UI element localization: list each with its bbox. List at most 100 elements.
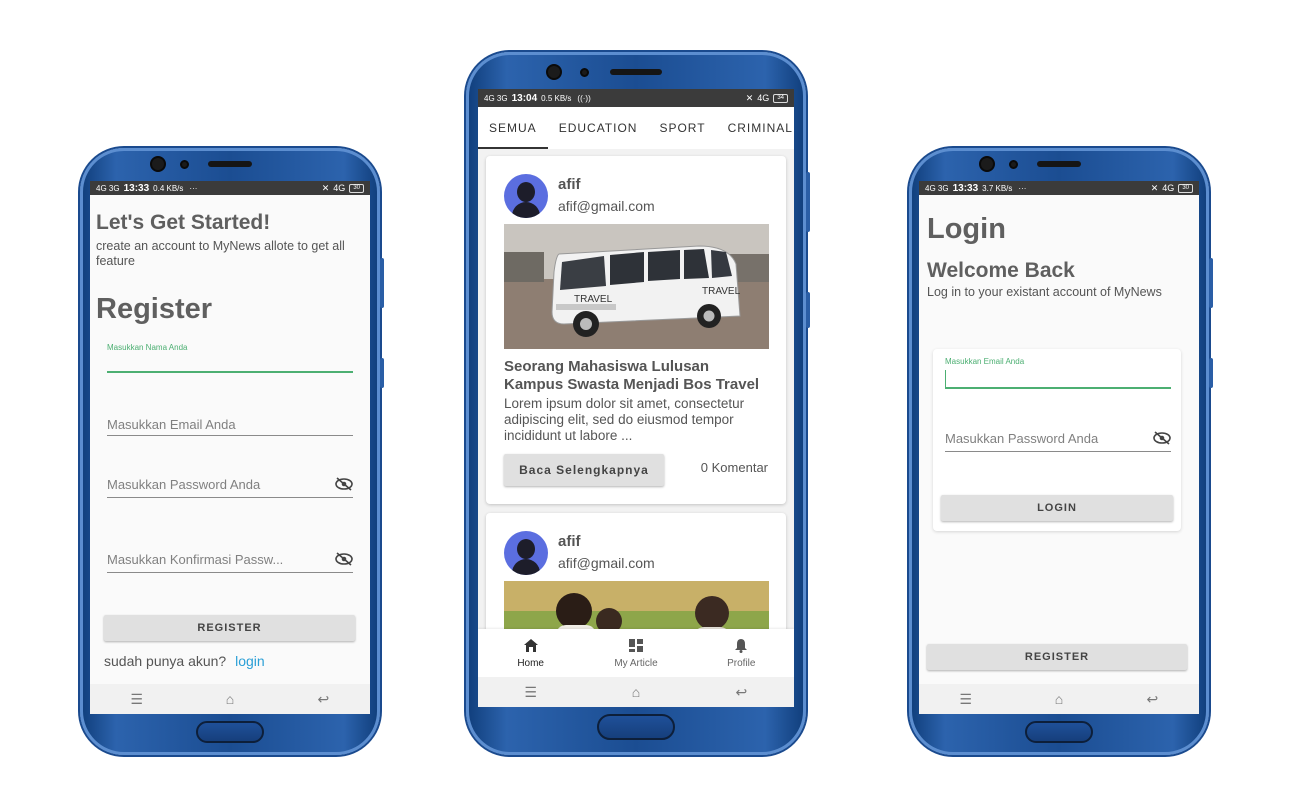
author-name: afif	[558, 533, 581, 550]
network-speed: 0.5 KB/s	[541, 93, 572, 103]
tab-education[interactable]: EDUCATION	[548, 107, 649, 149]
home-icon[interactable]: ⌂	[215, 691, 245, 707]
status-bar: 4G 3G 13:33 0.4 KB/s ··· ✕ 4G 30	[90, 181, 370, 195]
volume-button[interactable]	[1209, 258, 1213, 308]
volume-button[interactable]	[806, 172, 810, 232]
login-link[interactable]: login	[235, 653, 265, 669]
sensor	[1009, 160, 1018, 169]
van-back-label: TRAVEL	[702, 286, 741, 297]
email-field-underline	[107, 435, 353, 436]
register-button[interactable]: REGISTER	[104, 615, 355, 641]
front-camera	[979, 156, 995, 172]
status-bar: 4G 3G 13:04 0.5 KB/s ((·)) ✕ 4G 34	[478, 89, 794, 107]
page-title: Login	[927, 213, 1006, 245]
article-headline[interactable]: Seorang Mahasiswa Lulusan Kampus Swasta …	[504, 358, 769, 394]
network-speed: 3.7 KB/s	[982, 183, 1013, 193]
home-icon	[523, 638, 539, 658]
network-type: 4G	[757, 93, 770, 103]
home-hardware-button[interactable]	[1025, 721, 1093, 743]
sensor	[580, 68, 589, 77]
email-field[interactable]: Masukkan Email Anda	[107, 417, 353, 436]
home-icon[interactable]: ⌂	[621, 684, 651, 700]
news-phone: 4G 3G 13:04 0.5 KB/s ((·)) ✕ 4G 34 SEMUA…	[466, 52, 810, 755]
welcome-heading: Let's Get Started!	[96, 211, 271, 234]
back-icon[interactable]: ↩	[1137, 691, 1167, 708]
more-notifications: ···	[189, 183, 198, 193]
speaker	[610, 69, 662, 75]
login-form-card: Masukkan Email Anda Masukkan Password An…	[933, 349, 1181, 531]
home-hardware-button[interactable]	[196, 721, 264, 743]
bottom-navigation: Home My Article Profile	[478, 629, 794, 677]
welcome-subtitle: create an account to MyNews allote to ge…	[96, 239, 345, 268]
login-phone: 4G 3G 13:33 3.7 KB/s ··· ✕ 4G 30 Login W…	[909, 148, 1213, 755]
comment-count[interactable]: 0 Komentar	[701, 460, 768, 475]
tab-criminal[interactable]: CRIMINAL	[717, 107, 794, 149]
email-field-underline	[945, 387, 1171, 389]
login-prompt: sudah punya akun? login	[104, 653, 265, 669]
avatar	[504, 531, 548, 575]
login-screen: 4G 3G 13:33 3.7 KB/s ··· ✕ 4G 30 Login W…	[919, 181, 1199, 714]
have-account-text: sudah punya akun?	[104, 653, 227, 669]
confirm-password-placeholder: Masukkan Konfirmasi Passw...	[107, 552, 284, 567]
nav-profile[interactable]: Profile	[701, 638, 781, 669]
menu-icon[interactable]: ☰	[951, 691, 981, 708]
network-type: 4G	[1162, 183, 1175, 193]
front-camera	[150, 156, 166, 172]
nav-my-article[interactable]: My Article	[596, 638, 676, 669]
visibility-off-icon[interactable]	[335, 552, 353, 569]
signal-indicator: 4G 3G	[96, 183, 120, 193]
hotspot-icon: ((·))	[577, 93, 591, 103]
register-phone: 4G 3G 13:33 0.4 KB/s ··· ✕ 4G 30 Let's G…	[80, 148, 384, 755]
status-time: 13:04	[511, 92, 538, 104]
name-field-label: Masukkan Nama Anda	[107, 343, 188, 352]
speaker	[208, 161, 252, 167]
confirm-password-field[interactable]: Masukkan Konfirmasi Passw...	[107, 552, 353, 573]
nav-home[interactable]: Home	[491, 638, 571, 669]
visibility-off-icon[interactable]	[335, 477, 353, 494]
email-placeholder: Masukkan Email Anda	[107, 417, 236, 432]
status-right: ✕ 4G 30	[1151, 183, 1193, 194]
sensor	[180, 160, 189, 169]
avatar	[504, 174, 548, 218]
power-button[interactable]	[1209, 358, 1213, 388]
email-field-label: Masukkan Email Anda	[945, 357, 1025, 366]
password-field[interactable]: Masukkan Password Anda	[945, 431, 1171, 452]
login-button[interactable]: LOGIN	[941, 495, 1173, 521]
status-right: ✕ 4G 34	[746, 93, 788, 104]
power-button[interactable]	[380, 358, 384, 388]
back-icon[interactable]: ↩	[726, 684, 756, 701]
home-icon[interactable]: ⌂	[1044, 691, 1074, 707]
read-more-button[interactable]: Baca Selengkapnya	[504, 454, 664, 486]
status-bar: 4G 3G 13:33 3.7 KB/s ··· ✕ 4G 30	[919, 181, 1199, 195]
name-field[interactable]: Masukkan Nama Anda	[107, 343, 353, 373]
register-button[interactable]: REGISTER	[927, 644, 1187, 670]
tab-semua[interactable]: SEMUA	[478, 107, 548, 149]
back-icon[interactable]: ↩	[308, 691, 338, 708]
dashboard-icon	[628, 638, 644, 658]
bell-icon	[733, 638, 749, 658]
network-type: 4G	[333, 183, 346, 193]
page-title: Register	[96, 293, 213, 325]
menu-icon[interactable]: ☰	[122, 691, 152, 708]
home-hardware-button[interactable]	[597, 714, 675, 740]
text-cursor	[945, 370, 946, 387]
speaker	[1037, 161, 1081, 167]
van-side-label: TRAVEL	[574, 294, 613, 305]
category-tabs: SEMUA EDUCATION SPORT CRIMINAL	[478, 107, 794, 149]
front-camera	[546, 64, 562, 80]
email-field[interactable]: Masukkan Email Anda	[945, 357, 1171, 389]
menu-icon[interactable]: ☰	[516, 684, 546, 701]
confirm-password-underline	[107, 572, 353, 573]
article-card[interactable]: afif afif@gmail.com TRAVEL TRAVEL Seoran…	[486, 156, 786, 504]
volume-button[interactable]	[380, 258, 384, 308]
tab-sport[interactable]: SPORT	[648, 107, 716, 149]
mockup-stage: 4G 3G 13:33 0.4 KB/s ··· ✕ 4G 30 Let's G…	[0, 0, 1300, 800]
password-field[interactable]: Masukkan Password Anda	[107, 477, 353, 498]
nav-home-label: Home	[517, 657, 544, 669]
status-right: ✕ 4G 30	[322, 183, 364, 194]
visibility-off-icon[interactable]	[1153, 431, 1171, 448]
power-button[interactable]	[806, 292, 810, 328]
article-excerpt: Lorem ipsum dolor sit amet, consectetur …	[504, 396, 745, 443]
signal-indicator: 4G 3G	[484, 93, 508, 103]
author-email: afif@gmail.com	[558, 198, 655, 214]
